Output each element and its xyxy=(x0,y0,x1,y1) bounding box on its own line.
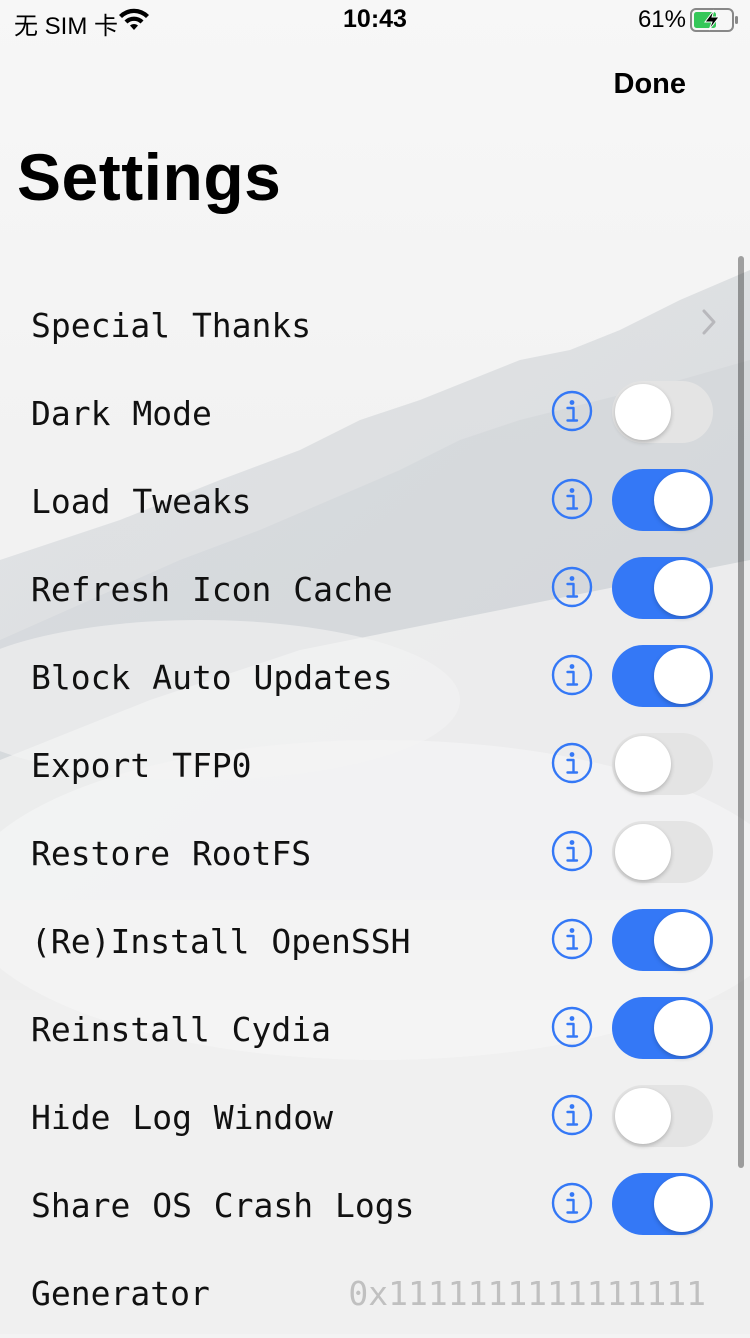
toggle-knob xyxy=(615,384,671,440)
row-label: Generator xyxy=(31,1274,210,1313)
info-icon[interactable] xyxy=(551,1094,593,1136)
info-icon[interactable] xyxy=(551,566,593,608)
toggle-knob xyxy=(654,648,710,704)
settings-row-restore-rootfs: Restore RootFS xyxy=(0,810,750,898)
toggle-switch[interactable] xyxy=(612,381,713,443)
toggle-knob xyxy=(654,560,710,616)
settings-row-reinstall-cydia: Reinstall Cydia xyxy=(0,986,750,1074)
settings-row-share-os-crash-logs: Share OS Crash Logs xyxy=(0,1162,750,1250)
info-icon[interactable] xyxy=(551,918,593,960)
generator-value-field[interactable]: 0x1111111111111111 xyxy=(348,1274,706,1313)
row-label: Export TFP0 xyxy=(31,746,252,785)
info-icon[interactable] xyxy=(551,830,593,872)
info-icon[interactable] xyxy=(551,1182,593,1224)
done-button[interactable]: Done xyxy=(614,68,687,101)
toggle-switch[interactable] xyxy=(612,997,713,1059)
settings-row-load-tweaks: Load Tweaks xyxy=(0,458,750,546)
chevron-right-icon xyxy=(702,309,716,335)
toggle-switch[interactable] xyxy=(612,1173,713,1235)
row-label: Load Tweaks xyxy=(31,482,252,521)
toggle-switch[interactable] xyxy=(612,1085,713,1147)
settings-list: Special Thanks Dark Mode Load Tweaks Refres… xyxy=(0,282,750,1338)
toggle-knob xyxy=(654,1000,710,1056)
settings-row-refresh-icon-cache: Refresh Icon Cache xyxy=(0,546,750,634)
toggle-switch[interactable] xyxy=(612,469,713,531)
row-label: (Re)Install OpenSSH xyxy=(31,922,411,961)
settings-row-re-install-openssh: (Re)Install OpenSSH xyxy=(0,898,750,986)
row-label: Restore RootFS xyxy=(31,834,312,873)
scrollbar[interactable] xyxy=(738,256,744,1168)
toggle-knob xyxy=(615,824,671,880)
info-icon[interactable] xyxy=(551,390,593,432)
toggle-knob xyxy=(654,472,710,528)
info-icon[interactable] xyxy=(551,654,593,696)
status-bar: 无 SIM 卡 10:43 61% xyxy=(0,0,750,40)
info-icon[interactable] xyxy=(551,1006,593,1048)
row-label: Dark Mode xyxy=(31,394,212,433)
toggle-switch[interactable] xyxy=(612,821,713,883)
battery-percent: 61% xyxy=(637,6,686,33)
row-label: Refresh Icon Cache xyxy=(31,570,393,609)
row-label: Special Thanks xyxy=(31,306,312,345)
settings-row-generator: Generator 0x1111111111111111 xyxy=(0,1250,750,1338)
settings-row-block-auto-updates: Block Auto Updates xyxy=(0,634,750,722)
page-title: Settings xyxy=(17,140,282,214)
row-label: Share OS Crash Logs xyxy=(31,1186,415,1225)
info-icon[interactable] xyxy=(551,478,593,520)
row-label: Reinstall Cydia xyxy=(31,1010,332,1049)
toggle-knob xyxy=(615,736,671,792)
toggle-switch[interactable] xyxy=(612,909,713,971)
row-label: Block Auto Updates xyxy=(31,658,393,697)
toggle-knob xyxy=(654,912,710,968)
toggle-switch[interactable] xyxy=(612,645,713,707)
toggle-knob xyxy=(654,1176,710,1232)
row-label: Hide Log Window xyxy=(31,1098,334,1137)
info-icon[interactable] xyxy=(551,742,593,784)
settings-row-dark-mode: Dark Mode xyxy=(0,370,750,458)
toggle-knob xyxy=(615,1088,671,1144)
settings-row-hide-log-window: Hide Log Window xyxy=(0,1074,750,1162)
battery-charging-icon xyxy=(690,8,738,32)
settings-row-export-tfp0: Export TFP0 xyxy=(0,722,750,810)
toggle-switch[interactable] xyxy=(612,557,713,619)
settings-row-special-thanks[interactable]: Special Thanks xyxy=(0,282,750,370)
toggle-switch[interactable] xyxy=(612,733,713,795)
